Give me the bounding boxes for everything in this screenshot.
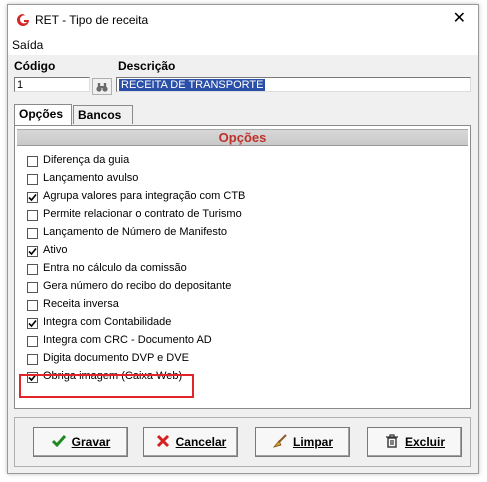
button-bar: Gravar Cancelar Limpar Excluir xyxy=(14,417,471,467)
option-row[interactable]: Integra com CRC - Documento AD xyxy=(27,333,447,351)
option-row[interactable]: Diferença da guia xyxy=(27,153,447,171)
option-checkbox[interactable] xyxy=(27,336,38,347)
menu-bar: Saída xyxy=(8,35,478,55)
option-checkbox[interactable] xyxy=(27,210,38,221)
option-label: Lançamento avulso xyxy=(43,172,139,184)
limpar-button[interactable]: Limpar xyxy=(255,427,350,457)
options-header: Opções xyxy=(17,129,468,146)
option-row[interactable]: Permite relacionar o contrato de Turismo xyxy=(27,207,447,225)
menu-item-saida[interactable]: Saída xyxy=(12,38,43,52)
option-label: Agrupa valores para integração com CTB xyxy=(43,190,246,202)
option-row[interactable]: Agrupa valores para integração com CTB xyxy=(27,189,447,207)
limpar-label: Limpar xyxy=(292,435,333,449)
codigo-label: Código xyxy=(14,59,56,73)
option-checkbox[interactable] xyxy=(27,246,38,257)
option-label: Integra com CRC - Documento AD xyxy=(43,334,212,346)
option-row[interactable]: Lançamento de Número de Manifesto xyxy=(27,225,447,243)
tab-opcoes[interactable]: Opções xyxy=(14,104,72,125)
descricao-label: Descrição xyxy=(118,59,176,73)
option-row[interactable]: Integra com Contabilidade xyxy=(27,315,447,333)
option-checkbox[interactable] xyxy=(27,318,38,329)
codigo-field[interactable]: 1 xyxy=(14,77,90,92)
option-label: Entra no cálculo da comissão xyxy=(43,262,187,274)
close-icon[interactable]: ✕ xyxy=(453,10,466,28)
binoculars-icon[interactable] xyxy=(92,78,112,95)
excluir-button[interactable]: Excluir xyxy=(367,427,462,457)
option-label: Integra com Contabilidade xyxy=(43,316,172,328)
option-label: Permite relacionar o contrato de Turismo xyxy=(43,208,242,220)
title-bar: RET - Tipo de receita ✕ xyxy=(8,5,478,35)
option-label: Gera número do recibo do depositante xyxy=(43,280,232,292)
option-row[interactable]: Digita documento DVP e DVE xyxy=(27,351,447,369)
tab-bancos[interactable]: Bancos xyxy=(73,105,133,124)
options-panel: Opções Diferença da guia Lançamento avuls… xyxy=(14,125,471,409)
option-row[interactable]: Gera número do recibo do depositante xyxy=(27,279,447,297)
option-label: Lançamento de Número de Manifesto xyxy=(43,226,228,238)
option-checkbox[interactable] xyxy=(27,192,38,203)
option-checkbox[interactable] xyxy=(27,282,38,293)
dialog-window: RET - Tipo de receita ✕ Saída Código Des… xyxy=(7,4,479,474)
app-logo-icon xyxy=(17,14,29,26)
highlight-box xyxy=(19,374,194,398)
x-icon xyxy=(155,428,171,456)
option-checkbox[interactable] xyxy=(27,264,38,275)
option-checkbox[interactable] xyxy=(27,300,38,311)
cancelar-label: Cancelar xyxy=(175,435,227,449)
excluir-label: Excluir xyxy=(404,435,446,449)
option-label: Digita documento DVP e DVE xyxy=(43,352,189,364)
gravar-label: Gravar xyxy=(71,435,111,449)
option-row[interactable]: Ativo xyxy=(27,243,447,261)
check-icon xyxy=(51,428,67,456)
broom-icon xyxy=(272,428,288,456)
option-checkbox[interactable] xyxy=(27,174,38,185)
option-checkbox[interactable] xyxy=(27,354,38,365)
cancelar-button[interactable]: Cancelar xyxy=(143,427,238,457)
descricao-field[interactable]: RECEITA DE TRANSPORTE xyxy=(116,77,471,92)
option-checkbox[interactable] xyxy=(27,228,38,239)
gravar-button[interactable]: Gravar xyxy=(33,427,128,457)
option-label: Ativo xyxy=(43,244,68,256)
trash-icon xyxy=(384,428,400,456)
window-title: RET - Tipo de receita xyxy=(35,13,149,27)
option-row[interactable]: Receita inversa xyxy=(27,297,447,315)
option-row[interactable]: Lançamento avulso xyxy=(27,171,447,189)
option-checkbox[interactable] xyxy=(27,156,38,167)
option-label: Diferença da guia xyxy=(43,154,130,166)
descricao-value: RECEITA DE TRANSPORTE xyxy=(119,79,266,91)
option-label: Receita inversa xyxy=(43,298,119,310)
option-row[interactable]: Entra no cálculo da comissão xyxy=(27,261,447,279)
